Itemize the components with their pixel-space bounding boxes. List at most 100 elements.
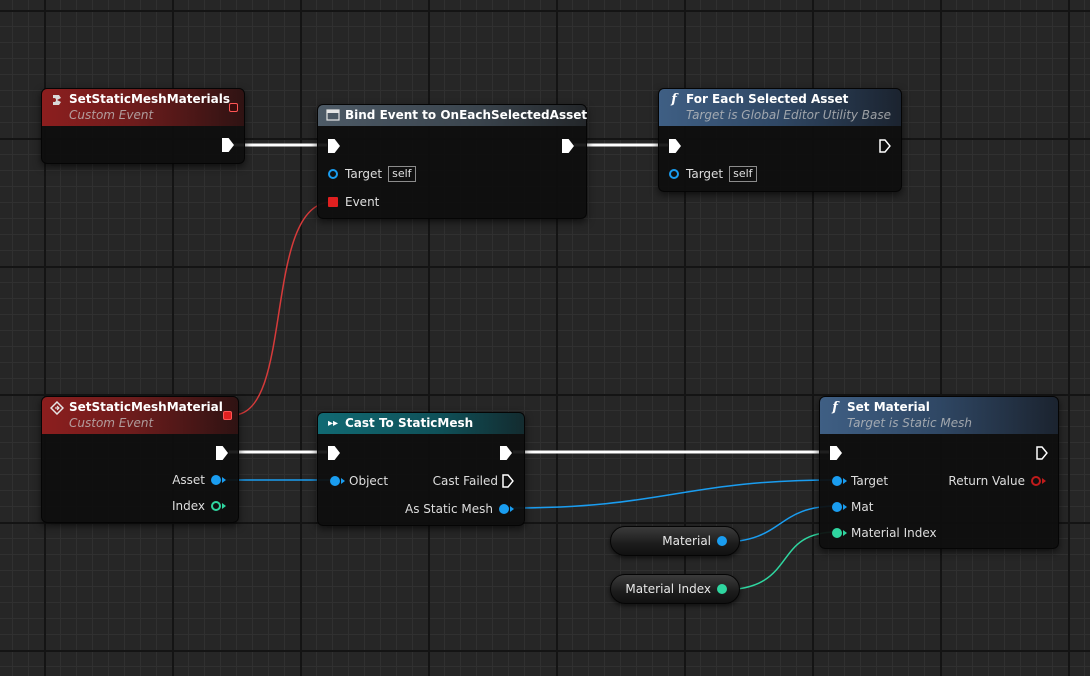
for-each-selected-asset-node[interactable]: f For Each Selected Asset Target is Glob… — [658, 88, 902, 192]
material-index-input-pin[interactable] — [832, 528, 842, 538]
target-default-value[interactable]: self — [729, 166, 757, 182]
pin-label: Material Index — [851, 526, 937, 540]
target-input-pin-row[interactable]: Target self — [669, 166, 757, 182]
delegate-output-pin[interactable] — [229, 103, 238, 112]
target-input-pin-row[interactable]: Target — [832, 474, 888, 488]
custom-event-node-setstaticmeshmaterial[interactable]: SetStaticMeshMaterial Custom Event Asset… — [41, 396, 239, 523]
exec-input-pin-row[interactable] — [830, 446, 842, 460]
material-index-input-pin-row[interactable]: Material Index — [832, 526, 937, 540]
node-header[interactable]: f Set Material Target is Static Mesh — [820, 397, 1058, 434]
cast-failed-pin-row[interactable]: Cast Failed — [433, 474, 514, 488]
cast-to-staticmesh-node[interactable]: ▸▸ Cast To StaticMesh Object Cast Failed… — [317, 412, 525, 526]
cast-icon: ▸▸ — [327, 418, 339, 429]
material-output-pin[interactable] — [717, 536, 727, 546]
exec-input-pin[interactable] — [328, 446, 340, 460]
custom-event-node-setstaticmeshmaterials[interactable]: SetStaticMeshMaterials Custom Event — [41, 88, 245, 164]
exec-output-pin-row[interactable] — [1036, 446, 1048, 460]
function-icon: f — [832, 400, 838, 415]
target-input-pin[interactable] — [328, 169, 338, 179]
node-title: Set Material — [847, 400, 930, 414]
variable-label: Material — [662, 534, 711, 548]
data-wire-mesh-to-target[interactable] — [508, 479, 838, 509]
exec-output-pin[interactable] — [222, 138, 234, 152]
target-input-pin[interactable] — [669, 169, 679, 179]
asset-output-pin-row[interactable]: Asset — [172, 473, 226, 487]
target-input-pin[interactable] — [832, 476, 842, 486]
exec-output-pin-row[interactable] — [562, 139, 574, 153]
bind-event-icon — [326, 108, 340, 122]
pin-label: Mat — [851, 500, 874, 514]
pin-arrow — [341, 478, 345, 484]
function-icon: f — [671, 92, 677, 107]
pin-label: Event — [345, 195, 380, 209]
delegate-output-pin[interactable] — [223, 411, 232, 420]
pin-arrow — [843, 504, 847, 510]
node-header[interactable]: f For Each Selected Asset Target is Glob… — [659, 89, 901, 126]
exec-output-pin[interactable] — [500, 446, 512, 460]
node-title: For Each Selected Asset — [686, 92, 849, 106]
cast-failed-exec-pin[interactable] — [502, 474, 514, 488]
material-variable-getter[interactable]: Material — [610, 526, 740, 556]
exec-input-pin[interactable] — [669, 139, 681, 153]
exec-output-pin-row[interactable] — [500, 446, 512, 460]
pin-label: Target — [851, 474, 889, 488]
material-index-output-pin[interactable] — [717, 584, 727, 594]
exec-output-pin[interactable] — [879, 139, 891, 153]
exec-input-pin-row[interactable] — [328, 446, 340, 460]
node-header[interactable]: SetStaticMeshMaterials Custom Event — [42, 89, 244, 126]
pin-arrow — [222, 477, 226, 483]
node-header[interactable]: Bind Event to OnEachSelectedAsset — [318, 105, 588, 126]
as-static-mesh-output-pin[interactable] — [499, 504, 509, 514]
exec-input-pin-row[interactable] — [328, 139, 340, 153]
pin-arrow — [843, 478, 847, 484]
return-value-output-pin[interactable] — [1031, 476, 1041, 486]
node-title: SetStaticMeshMaterials — [69, 92, 231, 106]
exec-output-pin-row[interactable] — [216, 446, 228, 460]
exec-output-pin[interactable] — [1036, 446, 1048, 460]
pin-label: Cast Failed — [432, 474, 498, 488]
pin-label: Target — [345, 167, 383, 181]
mat-input-pin[interactable] — [832, 502, 842, 512]
node-subtitle: Target is Global Editor Utility Base — [686, 108, 892, 122]
node-header[interactable]: SetStaticMeshMaterial Custom Event — [42, 397, 238, 434]
return-value-pin-row[interactable]: Return Value — [948, 474, 1046, 488]
asset-output-pin[interactable] — [211, 475, 221, 485]
index-output-pin-row[interactable]: Index — [172, 499, 226, 513]
target-default-value[interactable]: self — [388, 166, 416, 182]
object-input-pin-row[interactable]: Object — [330, 474, 388, 488]
exec-input-pin[interactable] — [328, 139, 340, 153]
bind-event-node[interactable]: Bind Event to OnEachSelectedAsset Target… — [317, 104, 587, 219]
pin-label: Asset — [172, 473, 205, 487]
mat-input-pin-row[interactable]: Mat — [832, 500, 873, 514]
as-static-mesh-pin-row[interactable]: As Static Mesh — [405, 502, 514, 516]
pin-label: As Static Mesh — [405, 502, 493, 516]
target-input-pin-row[interactable]: Target self — [328, 166, 416, 182]
node-title: Bind Event to OnEachSelectedAsset — [345, 108, 588, 122]
exec-output-pin-row[interactable] — [222, 138, 234, 152]
blueprint-graph-canvas[interactable]: SetStaticMeshMaterials Custom Event Bind… — [0, 0, 1090, 676]
pin-label: Return Value — [948, 474, 1025, 488]
node-title: SetStaticMeshMaterial — [69, 400, 223, 414]
node-subtitle: Target is Static Mesh — [847, 416, 972, 430]
pin-arrow — [1042, 478, 1046, 484]
delegate-input-pin[interactable] — [328, 197, 338, 207]
pin-arrow — [843, 530, 847, 536]
exec-input-pin[interactable] — [830, 446, 842, 460]
material-index-variable-getter[interactable]: Material Index — [610, 574, 740, 604]
exec-output-pin-row[interactable] — [879, 139, 891, 153]
index-output-pin[interactable] — [211, 501, 221, 511]
exec-input-pin-row[interactable] — [669, 139, 681, 153]
object-input-pin[interactable] — [330, 476, 340, 486]
node-subtitle: Custom Event — [69, 108, 154, 122]
pin-arrow — [510, 506, 514, 512]
exec-output-pin[interactable] — [562, 139, 574, 153]
pin-arrow — [222, 503, 226, 509]
event-input-pin-row[interactable]: Event — [328, 195, 379, 209]
custom-event-icon — [50, 93, 64, 107]
node-title: Cast To StaticMesh — [345, 416, 474, 430]
pin-label: Object — [349, 474, 389, 488]
set-material-node[interactable]: f Set Material Target is Static Mesh Tar… — [819, 396, 1059, 549]
exec-output-pin[interactable] — [216, 446, 228, 460]
delegate-wire-event-to-bind[interactable] — [232, 201, 333, 416]
node-header[interactable]: ▸▸ Cast To StaticMesh — [318, 413, 524, 434]
